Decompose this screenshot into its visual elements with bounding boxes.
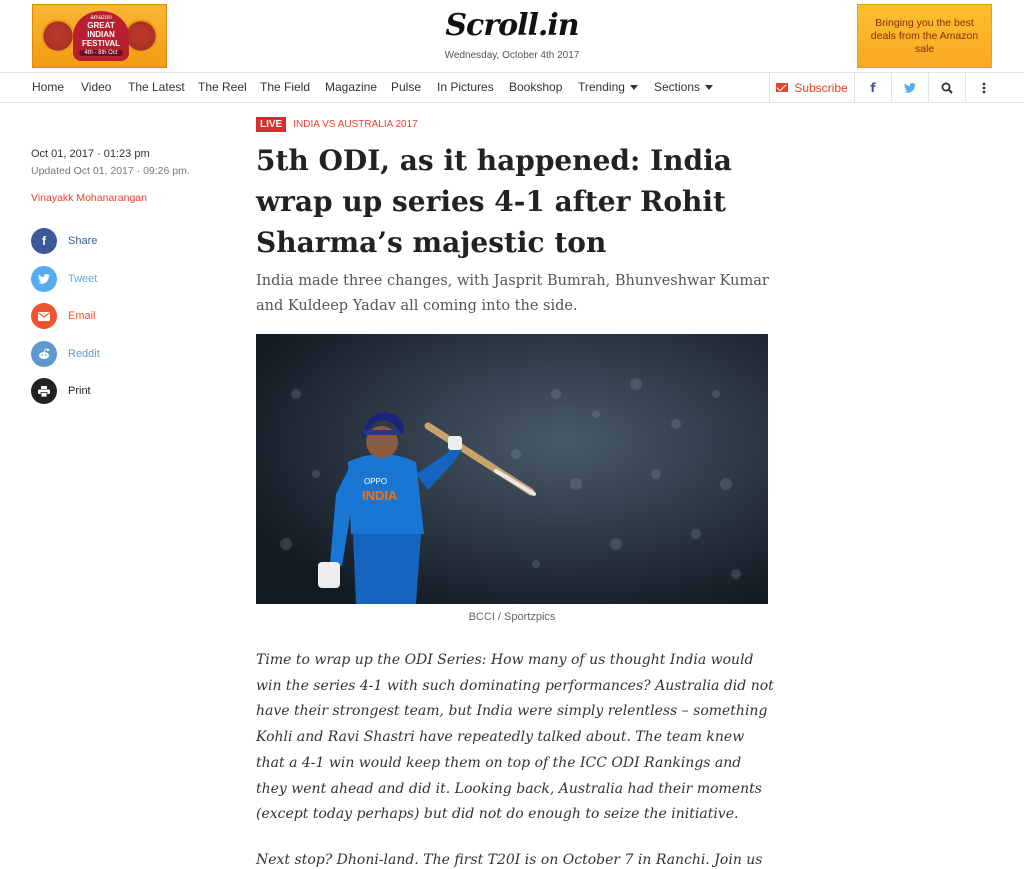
nav-bookshop[interactable]: Bookshop	[509, 73, 562, 102]
author-link[interactable]: Vinayakk Mohanarangan	[31, 192, 147, 204]
header-date: Wednesday, October 4th 2017	[444, 50, 580, 61]
site-logo[interactable]: Scroll.in	[412, 8, 612, 43]
jersey-text: INDIA	[362, 488, 398, 503]
nav-pulse[interactable]: Pulse	[391, 73, 421, 102]
twitter-nav-button[interactable]	[891, 73, 928, 102]
nav-the-field[interactable]: The Field	[260, 73, 310, 102]
twitter-icon	[31, 266, 57, 292]
nav-in-pictures[interactable]: In Pictures	[437, 73, 494, 102]
photo-caption: BCCI / Sportzpics	[468, 611, 556, 623]
envelope-icon	[776, 83, 789, 92]
share-twitter-button[interactable]: Tweet	[31, 266, 97, 292]
main-nav: Home Video The Latest The Reel The Field…	[0, 72, 1024, 103]
share-label: Print	[68, 385, 91, 397]
ad-decoration	[41, 19, 75, 53]
ad-badge: amazon GREAT INDIAN FESTIVAL 4th - 8th O…	[73, 11, 129, 61]
ad-title: GREAT INDIAN FESTIVAL	[81, 21, 121, 48]
share-label: Reddit	[68, 348, 100, 360]
amazon-festival-ad[interactable]: amazon GREAT INDIAN FESTIVAL 4th - 8th O…	[32, 4, 167, 68]
ad-decoration	[124, 19, 158, 53]
nav-magazine[interactable]: Magazine	[325, 73, 377, 102]
share-email-button[interactable]: Email	[31, 303, 96, 329]
article-standfirst: India made three changes, with Jasprit B…	[256, 273, 769, 314]
email-icon	[31, 303, 57, 329]
chevron-down-icon	[629, 85, 638, 91]
nav-sections-label: Sections	[654, 80, 701, 94]
site-header: amazon GREAT INDIAN FESTIVAL 4th - 8th O…	[0, 0, 1024, 72]
live-badge: LIVE	[256, 117, 287, 132]
amazon-deals-ad[interactable]: Bringing you the best deals from the Ama…	[857, 4, 992, 68]
nav-trending[interactable]: Trending	[578, 73, 638, 102]
search-button[interactable]	[928, 73, 965, 102]
nav-sections[interactable]: Sections	[654, 73, 714, 102]
nav-the-reel[interactable]: The Reel	[198, 73, 247, 102]
nav-trending-label: Trending	[578, 80, 625, 94]
share-reddit-button[interactable]: Reddit	[31, 341, 100, 367]
article-photo: INDIA OPPO	[256, 334, 768, 604]
more-menu-button[interactable]	[965, 73, 1002, 102]
article-headline: 5th ODI, as it happened: India wrap up s…	[256, 144, 732, 259]
more-icon	[982, 82, 986, 93]
nav-actions: Subscribe f	[769, 73, 1002, 102]
chevron-down-icon	[705, 85, 714, 91]
sponsor-text: OPPO	[364, 477, 387, 486]
twitter-icon	[904, 82, 916, 93]
search-icon	[941, 82, 953, 94]
share-facebook-button[interactable]: f Share	[31, 228, 97, 254]
facebook-nav-button[interactable]: f	[854, 73, 891, 102]
article-tagline: LIVE INDIA VS AUSTRALIA 2017	[256, 117, 418, 132]
article-paragraph: Time to wrap up the ODI Series: How many…	[256, 652, 774, 823]
facebook-icon: f	[870, 80, 876, 95]
nav-video[interactable]: Video	[81, 73, 111, 102]
published-date: Oct 01, 2017 · 01:23 pm	[31, 148, 150, 160]
nav-the-latest[interactable]: The Latest	[128, 73, 185, 102]
share-label: Email	[68, 310, 96, 322]
topic-link[interactable]: INDIA VS AUSTRALIA 2017	[293, 119, 418, 130]
print-button[interactable]: Print	[31, 378, 91, 404]
share-label: Tweet	[68, 273, 98, 285]
cricketer-illustration: INDIA OPPO	[256, 334, 768, 604]
reddit-icon	[31, 341, 57, 367]
facebook-icon: f	[31, 228, 57, 254]
print-icon	[31, 378, 57, 404]
article-paragraph: Next stop? Dhoni-land. The first T20I is…	[256, 852, 763, 868]
subscribe-button[interactable]: Subscribe	[769, 73, 854, 102]
nav-home[interactable]: Home	[32, 73, 64, 102]
ad-dates: 4th - 8th Oct	[79, 50, 123, 56]
share-label: Share	[68, 235, 98, 247]
subscribe-label: Subscribe	[794, 80, 848, 95]
updated-date: Updated Oct 01, 2017 · 09:26 pm.	[31, 165, 190, 177]
